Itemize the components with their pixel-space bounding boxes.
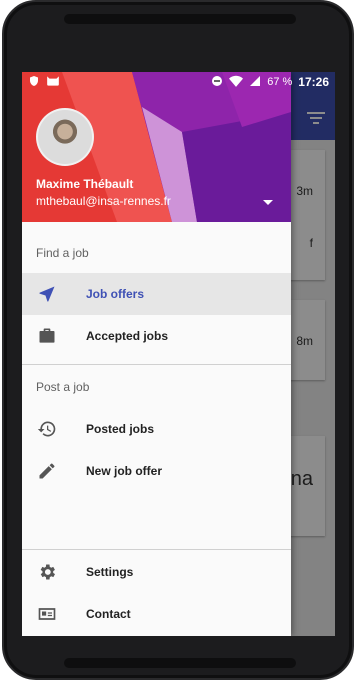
nav-item-accepted-jobs[interactable]: Accepted jobs [22,315,291,357]
divider [22,549,291,550]
nav-item-label: Contact [86,607,131,621]
screen: 3m f 8m na Maxime Thébault mthebaul@insa… [22,72,335,636]
nav-item-label: New job offer [86,464,163,478]
gear-icon [36,561,58,583]
avatar[interactable] [36,108,94,166]
clock: 17:26 [298,75,329,89]
cat-icon [46,75,60,90]
do-not-disturb-icon [211,75,223,90]
pencil-icon [36,460,58,482]
drawer-header: Maxime Thébault mthebaul@insa-rennes.fr [22,72,291,222]
navigation-drawer: Maxime Thébault mthebaul@insa-rennes.fr … [22,72,291,636]
phone-chin [64,658,296,668]
nav-item-posted-jobs[interactable]: Posted jobs [22,408,291,450]
nav-item-label: Posted jobs [86,422,155,436]
briefcase-icon [36,325,58,347]
earpiece [64,14,296,24]
divider [22,364,291,365]
nav-item-new-job-offer[interactable]: New job offer [22,450,291,492]
nav-item-job-offers[interactable]: Job offers [22,273,291,315]
account-switch-arrow-icon[interactable] [263,200,273,205]
section-header-post-a-job: Post a job [36,380,90,394]
nav-item-settings[interactable]: Settings [22,551,291,593]
battery-percent: 67 % [267,76,293,88]
user-name: Maxime Thébault [36,177,134,191]
nav-item-label: Settings [86,565,134,579]
shield-icon [28,75,40,90]
nav-item-contact[interactable]: Contact [22,593,291,635]
history-icon [36,418,58,440]
nav-item-label: Job offers [86,287,145,301]
section-header-find-a-job: Find a job [36,246,89,260]
wifi-icon [229,75,244,90]
contact-card-icon [36,603,58,625]
navigation-arrow-icon [36,283,58,305]
nav-item-label: Accepted jobs [86,329,169,343]
user-email: mthebaul@insa-rennes.fr [36,194,171,208]
status-bar: 67 % 17:26 [22,72,335,92]
signal-icon [249,75,261,90]
